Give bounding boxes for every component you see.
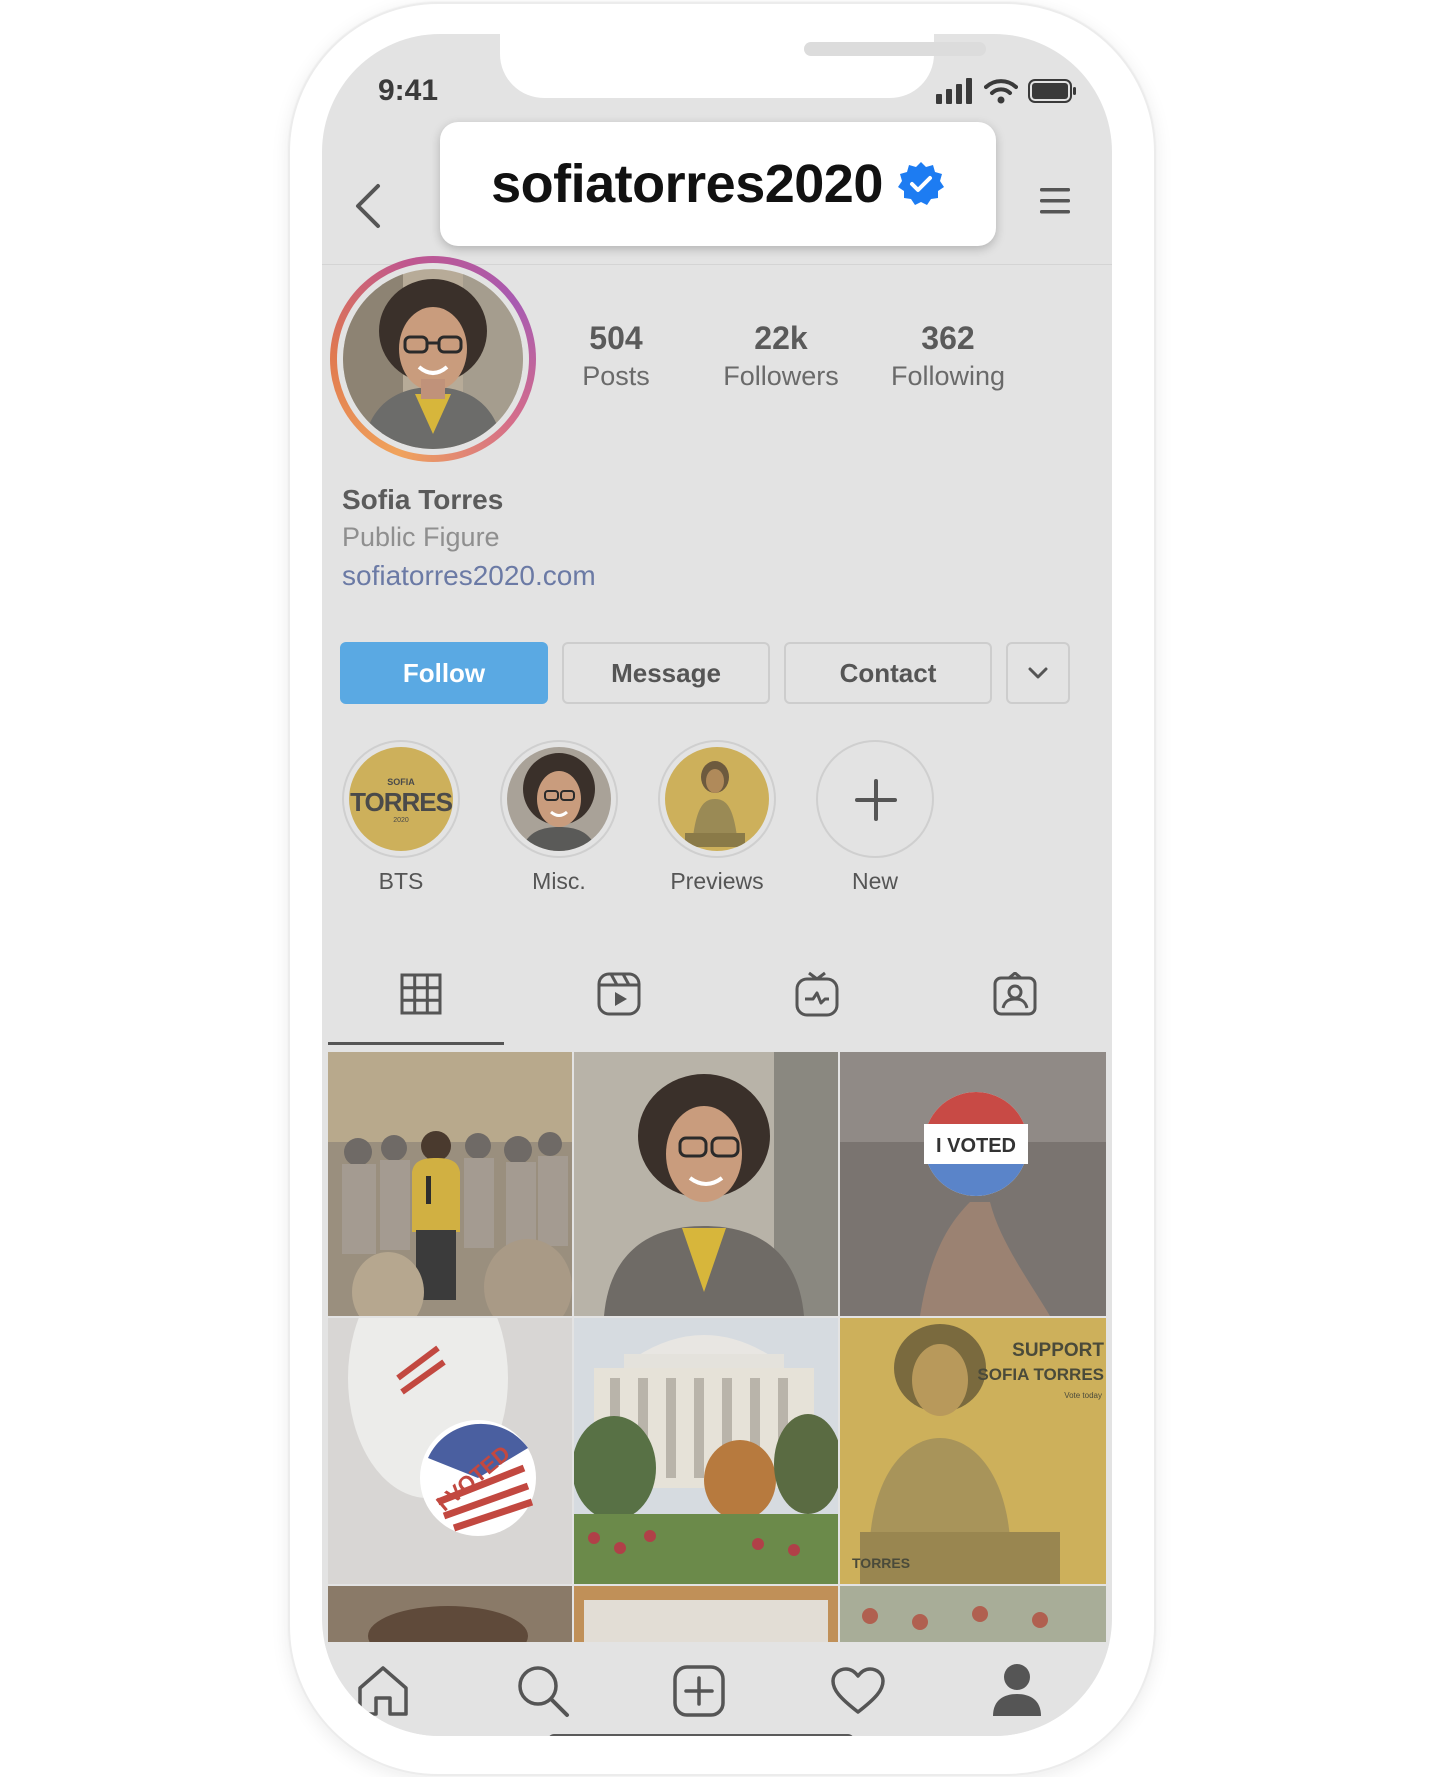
posts-label: Posts [582, 361, 650, 391]
username: sofiatorres2020 [491, 154, 883, 214]
signal-icon [936, 78, 972, 104]
followers-count: 22k [754, 320, 808, 356]
tab-tagged[interactable] [916, 944, 1112, 1044]
username-callout: sofiatorres2020 [440, 122, 996, 246]
svg-text:TORRES: TORRES [852, 1555, 910, 1571]
highlight-misc-photo [507, 747, 611, 851]
hamburger-menu-icon[interactable] [1038, 186, 1072, 216]
highlight-label: Misc. [532, 868, 586, 894]
post-row3-3[interactable] [840, 1586, 1106, 1642]
profile-website-link[interactable]: sofiatorres2020.com [342, 560, 596, 592]
svg-text:I VOTED: I VOTED [936, 1135, 1016, 1157]
wifi-icon [984, 79, 1018, 104]
profile-category: Public Figure [342, 522, 500, 552]
home-indicator [548, 1734, 854, 1736]
active-tab-indicator [328, 1042, 504, 1045]
post-portrait[interactable] [574, 1052, 838, 1316]
new-post-icon[interactable] [672, 1664, 726, 1718]
igtv-icon [795, 971, 839, 1017]
post-support-sofia[interactable]: SUPPORT SOFIA TORRES Vote today TORRES [840, 1318, 1106, 1584]
post-row3-2[interactable] [574, 1586, 838, 1642]
profile-name: Sofia Torres [342, 484, 504, 515]
home-icon[interactable] [356, 1664, 410, 1718]
svg-text:Vote today: Vote today [1064, 1391, 1102, 1400]
highlight-previews[interactable]: Previews [656, 740, 778, 895]
stat-followers[interactable]: 22k Followers [706, 320, 856, 392]
highlight-label: BTS [378, 868, 424, 894]
highlight-misc-circle [500, 740, 618, 858]
profile-photo [343, 269, 523, 449]
profile-avatar-ring[interactable] [330, 256, 536, 462]
phone-notch [500, 34, 986, 98]
highlight-misc[interactable]: Misc. [498, 740, 620, 895]
tab-grid[interactable] [322, 944, 520, 1044]
post-rally[interactable] [328, 1052, 572, 1316]
highlight-bts[interactable]: SOFIA TORRES 2020 BTS [340, 740, 462, 895]
suggested-dropdown-button[interactable] [1006, 642, 1070, 704]
plus-icon [855, 779, 897, 821]
highlight-previews-photo [665, 747, 769, 851]
contact-button[interactable]: Contact [784, 642, 992, 704]
following-label: Following [890, 361, 1006, 391]
highlight-label: New [851, 868, 898, 894]
phone-screen: 9:41 504 Posts 22k Followers 362 Followi… [322, 34, 1112, 1736]
highlight-bts-circle: SOFIA TORRES 2020 [342, 740, 460, 858]
svg-text:SOFIA TORRES: SOFIA TORRES [977, 1365, 1104, 1384]
profile-icon[interactable] [990, 1662, 1044, 1718]
profile-tabs [322, 944, 1112, 1045]
verified-badge-icon [897, 162, 944, 205]
svg-text:SUPPORT: SUPPORT [1012, 1340, 1104, 1361]
post-voted-stickers-roll[interactable]: I VOTED [328, 1318, 572, 1584]
status-icons [936, 78, 1078, 104]
highlight-label: Previews [670, 868, 764, 894]
highlight-new[interactable]: New [814, 740, 936, 895]
speaker-grille [804, 42, 986, 56]
bottom-nav [322, 1642, 1112, 1736]
followers-label: Followers [723, 361, 839, 391]
heart-icon[interactable] [830, 1666, 886, 1716]
stat-following[interactable]: 362 Following [868, 320, 1028, 392]
torres-logo: SOFIA TORRES 2020 [349, 747, 453, 851]
stat-posts[interactable]: 504 Posts [556, 320, 676, 392]
new-highlight-circle [816, 740, 934, 858]
following-count: 362 [921, 320, 975, 356]
message-button[interactable]: Message [562, 642, 770, 704]
status-time: 9:41 [378, 74, 439, 107]
post-i-voted-sticker[interactable]: I VOTED [840, 1052, 1106, 1316]
reels-icon [597, 972, 641, 1016]
back-arrow-icon[interactable] [352, 182, 386, 230]
post-row3-1[interactable] [328, 1586, 572, 1642]
tagged-user-icon [993, 972, 1037, 1016]
follow-button[interactable]: Follow [340, 642, 548, 704]
tab-igtv[interactable] [718, 944, 916, 1044]
highlight-previews-circle [658, 740, 776, 858]
search-icon[interactable] [516, 1664, 570, 1718]
posts-count: 504 [589, 320, 643, 356]
tab-reels[interactable] [520, 944, 718, 1044]
battery-icon [1028, 79, 1076, 103]
grid-icon [400, 973, 442, 1015]
chevron-down-icon [1028, 667, 1048, 679]
post-capitol[interactable] [574, 1318, 838, 1584]
avatar [337, 263, 529, 455]
